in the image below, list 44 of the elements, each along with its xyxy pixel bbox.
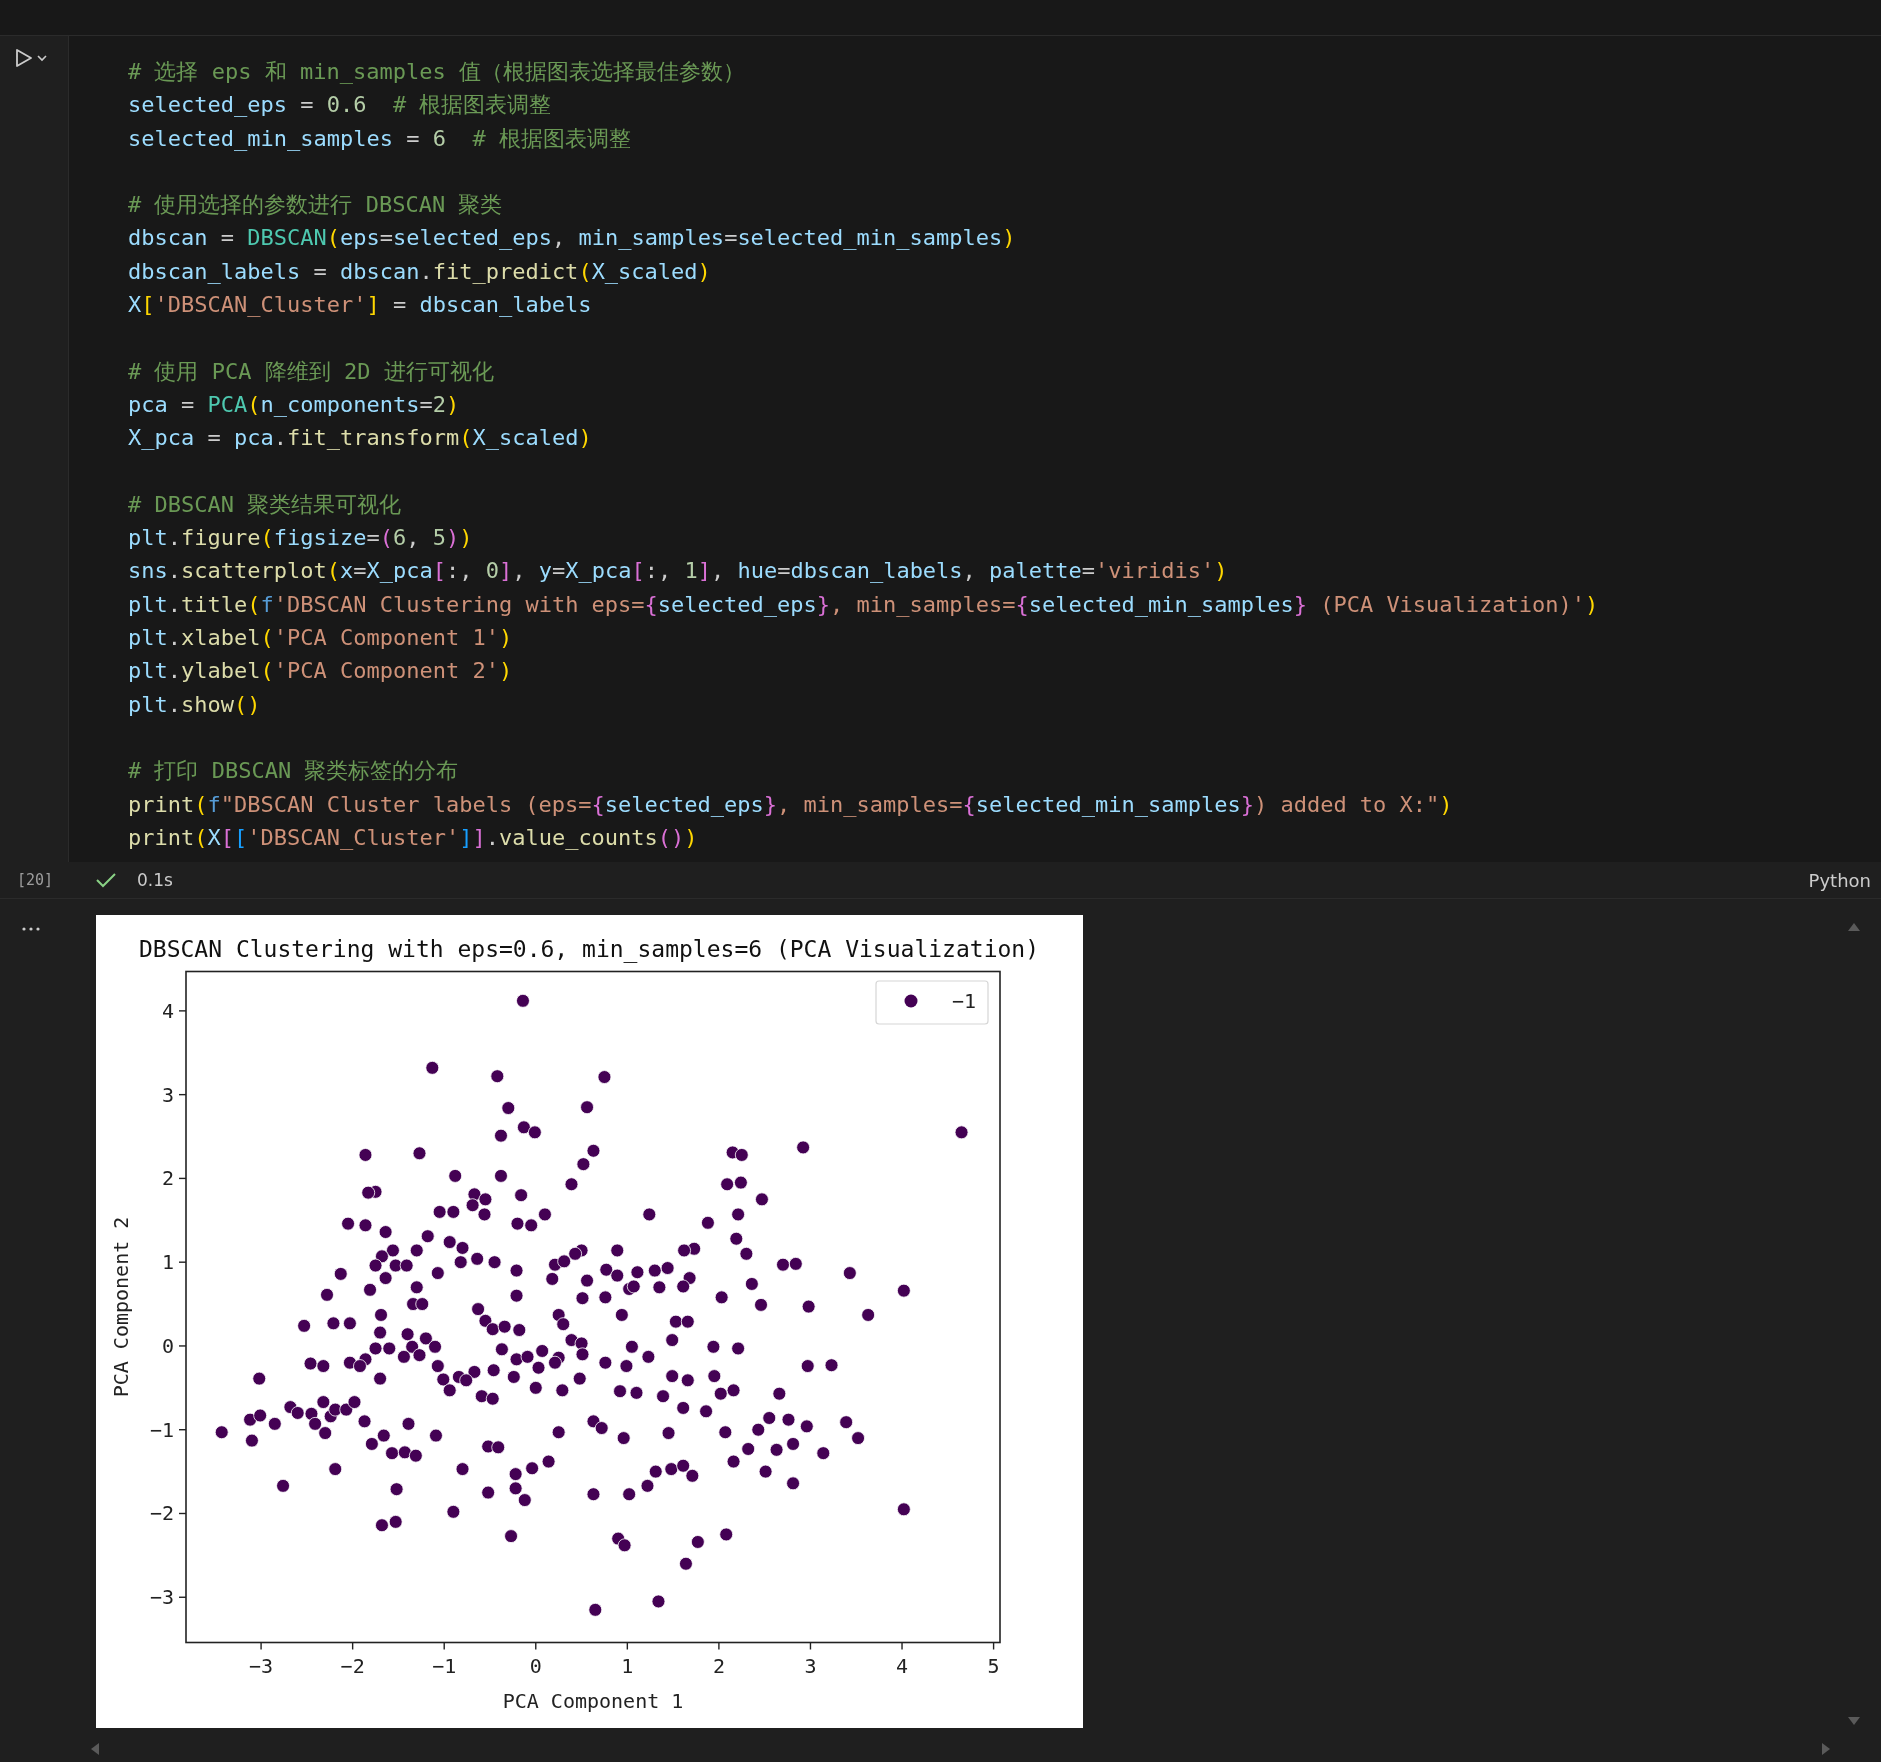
code-line: plt.xlabel('PCA Component 1')	[128, 624, 513, 653]
y-tick-label: −3	[149, 1585, 174, 1610]
code-line: X_pca = pca.fit_transform(X_scaled)	[128, 424, 592, 453]
y-tick-label: 3	[161, 1082, 174, 1107]
code-line: selected_min_samples = 6 # 根据图表调整	[128, 124, 631, 153]
code-line: plt.figure(figsize=(6, 5))	[128, 524, 473, 553]
code-line: sns.scatterplot(x=X_pca[:, 0], y=X_pca[:, 1], hue=dbscan_labels, palette='viridis')	[128, 557, 1228, 586]
code-line: selected_eps = 0.6 # 根据图表调整	[128, 91, 552, 120]
code-line: plt.ylabel('PCA Component 2')	[128, 657, 513, 686]
code-line: print(X[['DBSCAN_Cluster']].value_counts())	[128, 823, 698, 852]
x-tick-label: 2	[712, 1653, 725, 1678]
x-tick-label: −1	[432, 1653, 457, 1678]
y-tick-label: 2	[161, 1166, 174, 1191]
y-tick-label: 4	[161, 999, 174, 1023]
y-tick-label: −2	[149, 1501, 174, 1526]
x-tick-label: 3	[804, 1653, 817, 1678]
execution-count: [20]	[17, 871, 55, 890]
x-tick-label: 5	[987, 1653, 1000, 1678]
x-tick-label: 4	[896, 1653, 909, 1678]
x-tick-label: −2	[340, 1653, 365, 1678]
code-line: dbscan_labels = dbscan.fit_predict(X_scaled)	[128, 257, 711, 286]
code-line: plt.show()	[128, 690, 261, 719]
code-line: # 使用 PCA 降维到 2D 进行可视化	[128, 357, 494, 386]
code-line: print(f"DBSCAN Cluster labels (eps={selected_eps}, min_samples={selected_min_samples}) added to X:")	[128, 790, 1453, 819]
code-line: X['DBSCAN_Cluster'] = dbscan_labels	[128, 291, 592, 320]
legend-label: −1	[951, 989, 976, 1014]
x-axis-label: PCA Component 1	[502, 1689, 684, 1714]
code-line: pca = PCA(n_components=2)	[128, 390, 460, 419]
y-tick-label: 1	[161, 1250, 174, 1275]
chart-title: DBSCAN Clustering with eps=0.6, min_samples=6 (PCA Visualization)	[138, 936, 1040, 963]
code-line: # 选择 eps 和 min_samples 值（根据图表选择最佳参数）	[128, 58, 745, 86]
code-line: # DBSCAN 聚类结果可视化	[128, 490, 402, 519]
code-line: plt.title(f'DBSCAN Clustering with eps={selected_eps}, min_samples={selected_min_samples} (PCA Visualization)')	[128, 590, 1599, 619]
y-tick-label: −1	[149, 1417, 174, 1442]
execution-time: 0.1s	[137, 870, 173, 891]
x-tick-label: 0	[529, 1653, 542, 1678]
x-tick-label: −3	[249, 1653, 274, 1678]
code-line: # 打印 DBSCAN 聚类标签的分布	[128, 757, 459, 786]
y-tick-label: 0	[161, 1334, 174, 1359]
code-line: dbscan = DBSCAN(eps=selected_eps, min_samples=selected_min_samples)	[128, 224, 1016, 253]
x-tick-label: 1	[621, 1653, 634, 1678]
kernel-language[interactable]: Python	[1808, 869, 1871, 891]
code-line: # 使用选择的参数进行 DBSCAN 聚类	[128, 191, 503, 220]
y-axis-label: PCA Component 2	[109, 1216, 133, 1398]
